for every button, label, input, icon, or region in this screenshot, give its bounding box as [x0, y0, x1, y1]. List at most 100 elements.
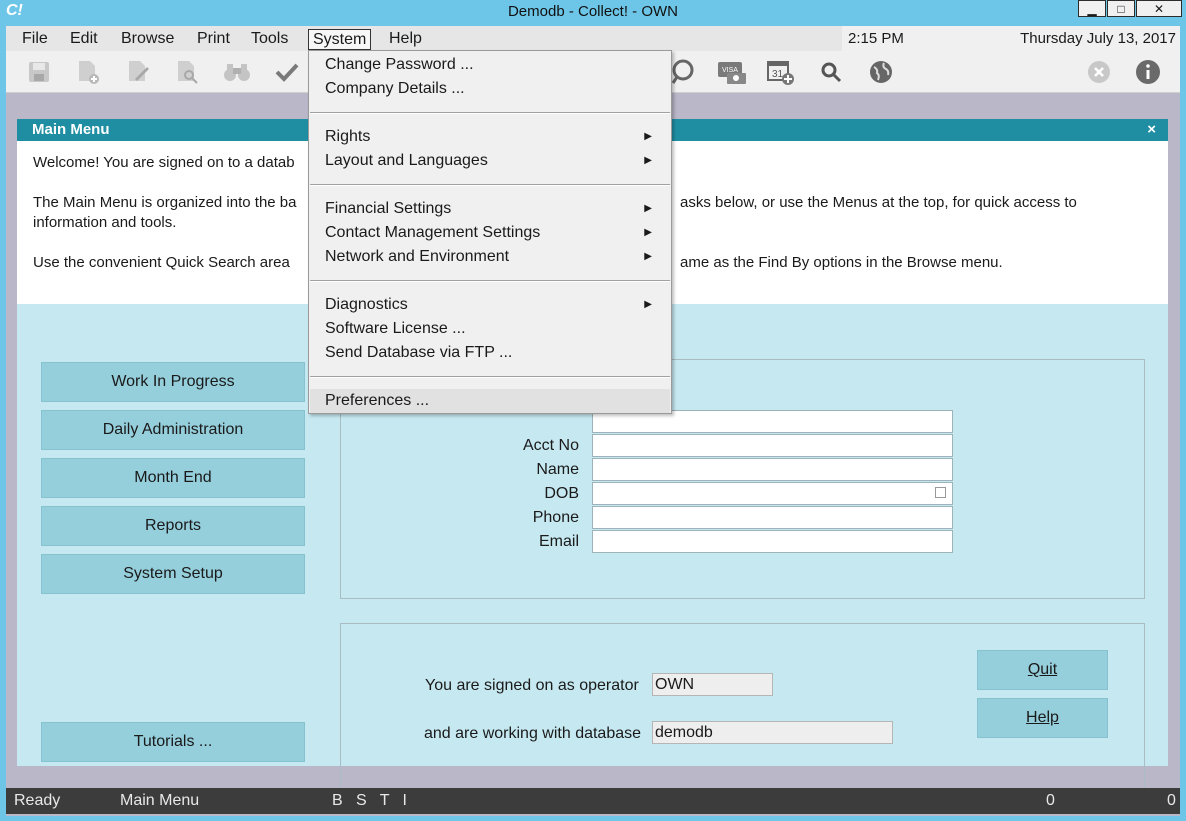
- menu-system[interactable]: System: [308, 29, 372, 50]
- help-label: Help: [1026, 709, 1059, 726]
- financial-settings-label: Financial Settings: [325, 200, 452, 217]
- contact-management-item[interactable]: Contact Management Settings ▶: [310, 221, 670, 245]
- menu-tools[interactable]: Tools: [247, 29, 292, 50]
- menu-bar: File Edit Browse Print Tools System Help…: [6, 26, 1180, 51]
- layout-languages-item[interactable]: Layout and Languages ▶: [310, 149, 670, 173]
- submenu-arrow-icon: ▶: [644, 203, 652, 214]
- database-label: and are working with database: [424, 725, 642, 742]
- magnifier-icon[interactable]: [816, 57, 846, 87]
- network-environment-label: Network and Environment: [325, 248, 510, 265]
- diagnostics-item[interactable]: Diagnostics ▶: [310, 293, 670, 317]
- calendar-icon[interactable]: [935, 487, 946, 498]
- email-label: Email: [538, 533, 579, 550]
- rights-item[interactable]: Rights ▶: [310, 125, 670, 149]
- close-window-button[interactable]: ✕: [1136, 0, 1182, 17]
- menu-file[interactable]: File: [18, 29, 52, 50]
- menu-separator: [310, 280, 670, 282]
- phone-field[interactable]: [592, 506, 953, 529]
- dob-label: DOB: [544, 485, 579, 502]
- save-icon[interactable]: [24, 57, 54, 87]
- status-flags: B S T I: [332, 792, 407, 809]
- status-count-2: 0: [1167, 792, 1176, 809]
- minimize-button[interactable]: ▁: [1078, 0, 1106, 17]
- panel-title: Main Menu: [32, 121, 110, 138]
- database-value: demodb: [652, 721, 893, 744]
- month-end-label: Month End: [134, 469, 212, 486]
- diagnostics-label: Diagnostics: [325, 296, 408, 313]
- welcome-line-3a: Use the convenient Quick Search area: [33, 254, 290, 271]
- menu-separator: [310, 184, 670, 186]
- maximize-button[interactable]: □: [1107, 0, 1135, 17]
- new-document-icon[interactable]: [73, 57, 103, 87]
- work-in-progress-button[interactable]: Work In Progress: [41, 362, 305, 402]
- welcome-line-3b: ame as the Find By options in the Browse…: [680, 254, 1003, 271]
- maximize-icon: □: [1117, 1, 1125, 16]
- work-in-progress-label: Work In Progress: [111, 373, 235, 390]
- clock: 2:15 PM: [848, 30, 904, 47]
- menu-help[interactable]: Help: [385, 29, 426, 50]
- reports-button[interactable]: Reports: [41, 506, 305, 546]
- preferences-item[interactable]: Preferences ...: [310, 389, 670, 413]
- system-setup-label: System Setup: [123, 565, 223, 582]
- screen-name: Main Menu: [120, 792, 200, 809]
- acct-no-field[interactable]: [592, 434, 953, 457]
- month-end-button[interactable]: Month End: [41, 458, 305, 498]
- find-document-icon[interactable]: [172, 57, 202, 87]
- menu-edit[interactable]: Edit: [66, 29, 102, 50]
- layout-languages-label: Layout and Languages: [325, 152, 488, 169]
- session-info-box: You are signed on as operator OWN and ar…: [340, 623, 1145, 791]
- system-setup-button[interactable]: System Setup: [41, 554, 305, 594]
- financial-settings-item[interactable]: Financial Settings ▶: [310, 197, 670, 221]
- tutorials-button[interactable]: Tutorials ...: [41, 722, 305, 762]
- help-button[interactable]: Help: [977, 698, 1108, 738]
- system-menu-dropdown: Change Password ... Company Details ... …: [308, 50, 672, 414]
- title-bar: C! Demodb - Collect! - OWN ▁ □ ✕: [0, 0, 1186, 26]
- calendar-add-icon[interactable]: 31: [766, 57, 796, 87]
- email-field[interactable]: [592, 530, 953, 553]
- menu-separator: [310, 112, 670, 114]
- menu-browse[interactable]: Browse: [117, 29, 178, 50]
- name-field[interactable]: [592, 458, 953, 481]
- panel-close-button[interactable]: ×: [1147, 119, 1156, 141]
- tutorials-label: Tutorials ...: [133, 733, 213, 750]
- dob-field[interactable]: [592, 482, 953, 505]
- status-count-1: 0: [1046, 792, 1055, 809]
- visa-card-icon[interactable]: VISA: [717, 57, 747, 87]
- svg-text:31: 31: [772, 69, 784, 80]
- contact-management-label: Contact Management Settings: [325, 224, 541, 241]
- daily-administration-label: Daily Administration: [102, 421, 244, 438]
- submenu-arrow-icon: ▶: [644, 131, 652, 142]
- binoculars-icon[interactable]: [222, 57, 252, 87]
- globe-icon[interactable]: [866, 57, 896, 87]
- company-details-item[interactable]: Company Details ...: [310, 77, 670, 101]
- quit-button[interactable]: Quit: [977, 650, 1108, 690]
- acct-no-label: Acct No: [522, 437, 579, 454]
- welcome-line-2b: asks below, or use the Menus at the top,…: [680, 194, 1077, 211]
- change-password-item[interactable]: Change Password ...: [310, 53, 670, 77]
- operator-value: OWN: [652, 673, 773, 696]
- cancel-icon[interactable]: [1084, 57, 1114, 87]
- operator-label: You are signed on as operator: [425, 677, 639, 694]
- date-display: Thursday July 13, 2017: [1020, 30, 1176, 47]
- software-license-item[interactable]: Software License ...: [310, 317, 670, 341]
- info-icon[interactable]: [1133, 57, 1163, 87]
- menu-separator: [310, 376, 670, 378]
- submenu-arrow-icon: ▶: [644, 155, 652, 166]
- name-label: Name: [536, 461, 579, 478]
- checkmark-icon[interactable]: [272, 57, 302, 87]
- minimize-icon: ▁: [1087, 1, 1097, 16]
- menu-print[interactable]: Print: [193, 29, 234, 50]
- send-database-ftp-item[interactable]: Send Database via FTP ...: [310, 341, 670, 365]
- edit-document-icon[interactable]: [123, 57, 153, 87]
- close-icon: ✕: [1153, 1, 1165, 16]
- svg-text:VISA: VISA: [722, 67, 738, 74]
- submenu-arrow-icon: ▶: [644, 251, 652, 262]
- submenu-arrow-icon: ▶: [644, 227, 652, 238]
- network-environment-item[interactable]: Network and Environment ▶: [310, 245, 670, 269]
- daily-administration-button[interactable]: Daily Administration: [41, 410, 305, 450]
- welcome-line-2c: information and tools.: [33, 214, 177, 231]
- reports-label: Reports: [144, 517, 202, 534]
- window-title: Demodb - Collect! - OWN: [507, 3, 679, 20]
- status-bar: Ready Main Menu B S T I 0 0: [6, 788, 1180, 814]
- quit-label: Quit: [1027, 661, 1058, 678]
